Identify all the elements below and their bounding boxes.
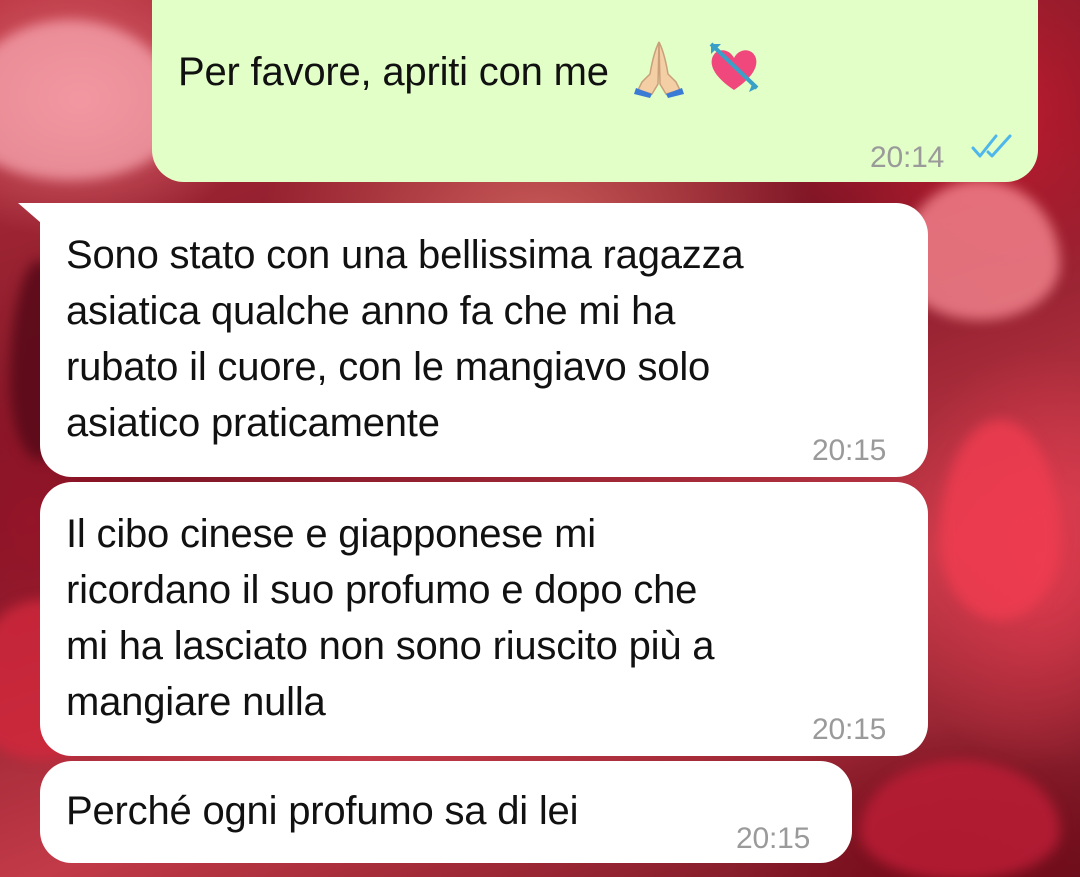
- message-text: Per favore, apriti con me: [178, 36, 765, 113]
- message-bubble-incoming[interactable]: Perché ogni profumo sa di lei 20:15: [40, 761, 852, 863]
- message-text: Perché ogni profumo sa di lei: [66, 789, 579, 833]
- message-timestamp: 20:14: [870, 141, 945, 174]
- message-timestamp: 20:15: [812, 434, 887, 467]
- message-text: Il cibo cinese e giapponese mi ricordano…: [66, 512, 715, 724]
- bubble-tail: [18, 203, 48, 229]
- message-timestamp: 20:15: [736, 822, 811, 855]
- heart-with-arrow-icon: [703, 36, 765, 113]
- message-timestamp: 20:15: [812, 713, 887, 746]
- folded-hands-icon: [628, 36, 690, 113]
- message-bubble-incoming[interactable]: Sono stato con una bellissima ragazza as…: [18, 203, 928, 477]
- message-bubble-incoming[interactable]: Il cibo cinese e giapponese mi ricordano…: [40, 482, 928, 756]
- read-receipt-icon: [971, 134, 1012, 158]
- message-bubble-outgoing[interactable]: Per favore, apriti con me 20:14: [152, 0, 1038, 182]
- message-text: Sono stato con una bellissima ragazza as…: [66, 233, 744, 445]
